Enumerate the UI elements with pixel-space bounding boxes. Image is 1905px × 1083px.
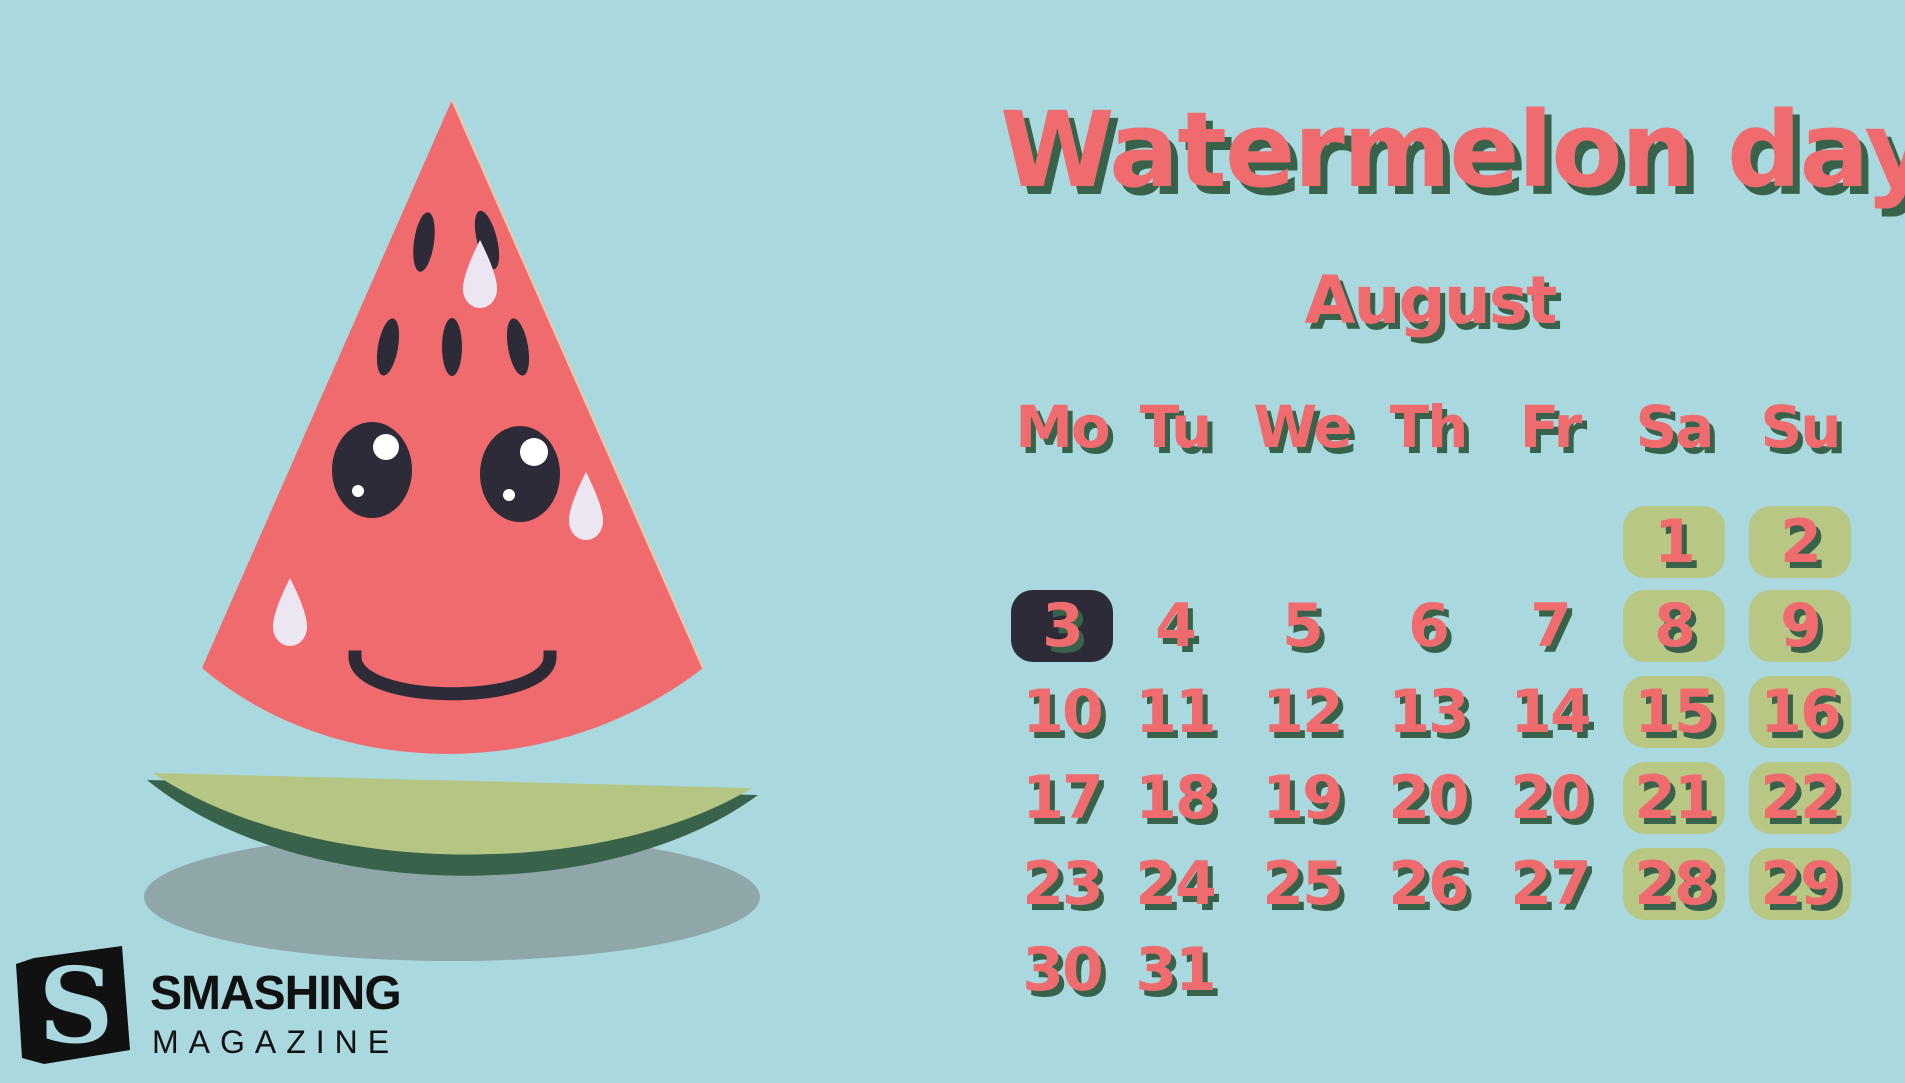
calendar-day: 6 — [1377, 590, 1479, 662]
left-eye — [332, 422, 412, 518]
calendar-day: 15 — [1623, 676, 1725, 748]
month-title: August — [1304, 262, 1557, 339]
logo-subtitle: MAGAZINE — [152, 1024, 400, 1060]
calendar-day: 7 — [1499, 590, 1601, 662]
calendar-day: 2 — [1749, 506, 1851, 578]
page-title: Watermelon day — [1000, 89, 1905, 211]
day-number: 23 — [1022, 849, 1103, 919]
calendar-day: 27 — [1499, 848, 1601, 920]
day-number: 10 — [1022, 677, 1103, 747]
calendar-day: 14 — [1499, 676, 1601, 748]
day-number: 17 — [1022, 763, 1103, 833]
day-number: 2 — [1780, 507, 1822, 577]
calendar-day: 23 — [1011, 848, 1113, 920]
day-number: 29 — [1760, 849, 1841, 919]
day-number: 5 — [1282, 591, 1324, 661]
seed-icon — [442, 318, 462, 376]
right-eye — [480, 426, 560, 522]
calendar-day: 30 — [1011, 934, 1113, 1006]
calendar-day: 29 — [1749, 848, 1851, 920]
calendar-day: 28 — [1623, 848, 1725, 920]
smashing-s-logo-icon: S — [16, 946, 130, 1064]
weekday-label: Th — [1389, 393, 1469, 461]
day-number: 18 — [1135, 763, 1216, 833]
day-number: 21 — [1634, 763, 1715, 833]
calendar-day: 12 — [1251, 676, 1353, 748]
day-number: 7 — [1530, 591, 1572, 661]
day-number: 20 — [1388, 763, 1469, 833]
weekday-label: Tu — [1139, 393, 1212, 461]
calendar-day: 22 — [1749, 762, 1851, 834]
day-number: 13 — [1388, 677, 1469, 747]
svg-text:S: S — [38, 946, 113, 1064]
day-number: 1 — [1654, 507, 1696, 577]
day-number: 26 — [1388, 849, 1469, 919]
calendar-day: 16 — [1749, 676, 1851, 748]
calendar-day: 19 — [1251, 762, 1353, 834]
calendar-day: 31 — [1124, 934, 1226, 1006]
calendar-day: 20 — [1377, 762, 1479, 834]
day-number: 22 — [1760, 763, 1841, 833]
day-number: 19 — [1262, 763, 1343, 833]
day-number: 16 — [1760, 677, 1841, 747]
calendar-day: 4 — [1124, 590, 1226, 662]
calendar-day: 25 — [1251, 848, 1353, 920]
day-number: 4 — [1155, 591, 1197, 661]
calendar-day: 5 — [1251, 590, 1353, 662]
weekday-label: Su — [1760, 393, 1841, 461]
day-number: 25 — [1262, 849, 1343, 919]
calendar-day: 11 — [1124, 676, 1226, 748]
calendar-day: 1 — [1623, 506, 1725, 578]
weekday-label: Mo — [1015, 393, 1111, 461]
day-number: 12 — [1262, 677, 1343, 747]
day-number: 20 — [1510, 763, 1591, 833]
calendar-day: 21 — [1623, 762, 1725, 834]
day-number: 11 — [1135, 677, 1216, 747]
day-number: 15 — [1634, 677, 1715, 747]
logo-name: SMASHING — [150, 967, 402, 1020]
day-number: 30 — [1022, 935, 1103, 1005]
day-number: 28 — [1634, 849, 1715, 919]
calendar-day: 3 — [1011, 590, 1113, 662]
day-number: 31 — [1135, 935, 1216, 1005]
calendar-day: 8 — [1623, 590, 1725, 662]
day-number: 3 — [1042, 591, 1084, 661]
day-number: 6 — [1408, 591, 1450, 661]
calendar-day: 10 — [1011, 676, 1113, 748]
weekday-label: We — [1253, 393, 1352, 461]
day-number: 14 — [1510, 677, 1591, 747]
weekday-label: Sa — [1635, 393, 1715, 461]
day-number: 27 — [1510, 849, 1591, 919]
calendar-day: 9 — [1749, 590, 1851, 662]
day-number: 8 — [1654, 591, 1696, 661]
calendar-day: 24 — [1124, 848, 1226, 920]
calendar-day: 13 — [1377, 676, 1479, 748]
calendar-day: 18 — [1124, 762, 1226, 834]
day-number: 24 — [1135, 849, 1216, 919]
weekday-label: Fr — [1519, 393, 1583, 461]
calendar-day: 20 — [1499, 762, 1601, 834]
day-number: 9 — [1780, 591, 1822, 661]
watermelon-flesh — [202, 100, 703, 754]
calendar-day: 26 — [1377, 848, 1479, 920]
calendar-day: 17 — [1011, 762, 1113, 834]
